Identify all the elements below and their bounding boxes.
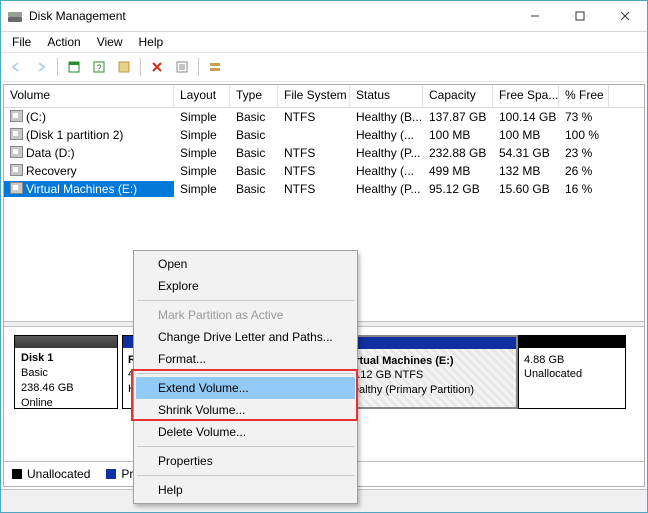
- minimize-button[interactable]: [512, 2, 557, 31]
- ctx-format[interactable]: Format...: [136, 348, 355, 370]
- disk-kind: Basic: [21, 366, 111, 381]
- partition[interactable]: Virtual Machines (E:)95.12 GB NTFSHealth…: [338, 335, 518, 409]
- svg-text:?: ?: [96, 63, 101, 73]
- col-header-fs[interactable]: File System: [278, 85, 350, 107]
- col-header-free[interactable]: Free Spa...: [493, 85, 559, 107]
- volume-row[interactable]: (Disk 1 partition 2)SimpleBasicHealthy (…: [4, 126, 644, 144]
- titlebar: Disk Management: [1, 1, 647, 32]
- col-header-volume[interactable]: Volume: [4, 85, 174, 107]
- disk-size: 238.46 GB: [21, 381, 111, 396]
- menubar: File Action View Help: [1, 32, 647, 52]
- menu-help[interactable]: Help: [132, 34, 171, 50]
- ctx-mark-active: Mark Partition as Active: [136, 304, 355, 326]
- menu-view[interactable]: View: [90, 34, 130, 50]
- ctx-shrink-volume[interactable]: Shrink Volume...: [136, 399, 355, 421]
- help-topics-icon[interactable]: ?: [87, 55, 111, 79]
- content: VolumeLayoutTypeFile SystemStatusCapacit…: [3, 84, 645, 487]
- ctx-open[interactable]: Open: [136, 253, 355, 275]
- forward-icon: [29, 55, 53, 79]
- disk-label: Disk 1: [21, 351, 111, 366]
- disk-list-icon[interactable]: [203, 55, 227, 79]
- volume-row[interactable]: (C:)SimpleBasicNTFSHealthy (B...137.87 G…: [4, 108, 644, 126]
- maximize-button[interactable]: [557, 2, 602, 31]
- ctx-explore[interactable]: Explore: [136, 275, 355, 297]
- volume-row[interactable]: Data (D:)SimpleBasicNTFSHealthy (P...232…: [4, 144, 644, 162]
- col-header-type[interactable]: Type: [230, 85, 278, 107]
- ctx-help[interactable]: Help: [136, 479, 355, 501]
- window-title: Disk Management: [29, 9, 512, 23]
- ctx-delete-volume[interactable]: Delete Volume...: [136, 421, 355, 443]
- col-header-layout[interactable]: Layout: [174, 85, 230, 107]
- col-header-capacity[interactable]: Capacity: [423, 85, 493, 107]
- ctx-change-letter[interactable]: Change Drive Letter and Paths...: [136, 326, 355, 348]
- col-header-status[interactable]: Status: [350, 85, 423, 107]
- close-button[interactable]: [602, 2, 647, 31]
- disk-state: Online: [21, 396, 111, 411]
- menu-action[interactable]: Action: [40, 34, 87, 50]
- legend-unallocated: Unallocated: [12, 467, 90, 481]
- toolbar: ?: [1, 52, 647, 82]
- app-icon: [7, 8, 23, 24]
- disk-management-window: Disk Management File Action View Help ? …: [0, 0, 648, 513]
- delete-icon[interactable]: [145, 55, 169, 79]
- menu-file[interactable]: File: [5, 34, 38, 50]
- properties-icon[interactable]: [170, 55, 194, 79]
- disk-info[interactable]: Disk 1 Basic 238.46 GB Online: [14, 335, 118, 409]
- volume-row[interactable]: Virtual Machines (E:)SimpleBasicNTFSHeal…: [4, 180, 644, 198]
- back-icon: [4, 55, 28, 79]
- partition[interactable]: 4.88 GBUnallocated: [518, 335, 626, 409]
- ctx-extend-volume[interactable]: Extend Volume...: [136, 377, 355, 399]
- volume-row[interactable]: RecoverySimpleBasicNTFSHealthy (...499 M…: [4, 162, 644, 180]
- action-icon[interactable]: [112, 55, 136, 79]
- col-header-pct[interactable]: % Free: [559, 85, 609, 107]
- refresh-view-icon[interactable]: [62, 55, 86, 79]
- context-menu: Open Explore Mark Partition as Active Ch…: [133, 250, 358, 504]
- ctx-properties[interactable]: Properties: [136, 450, 355, 472]
